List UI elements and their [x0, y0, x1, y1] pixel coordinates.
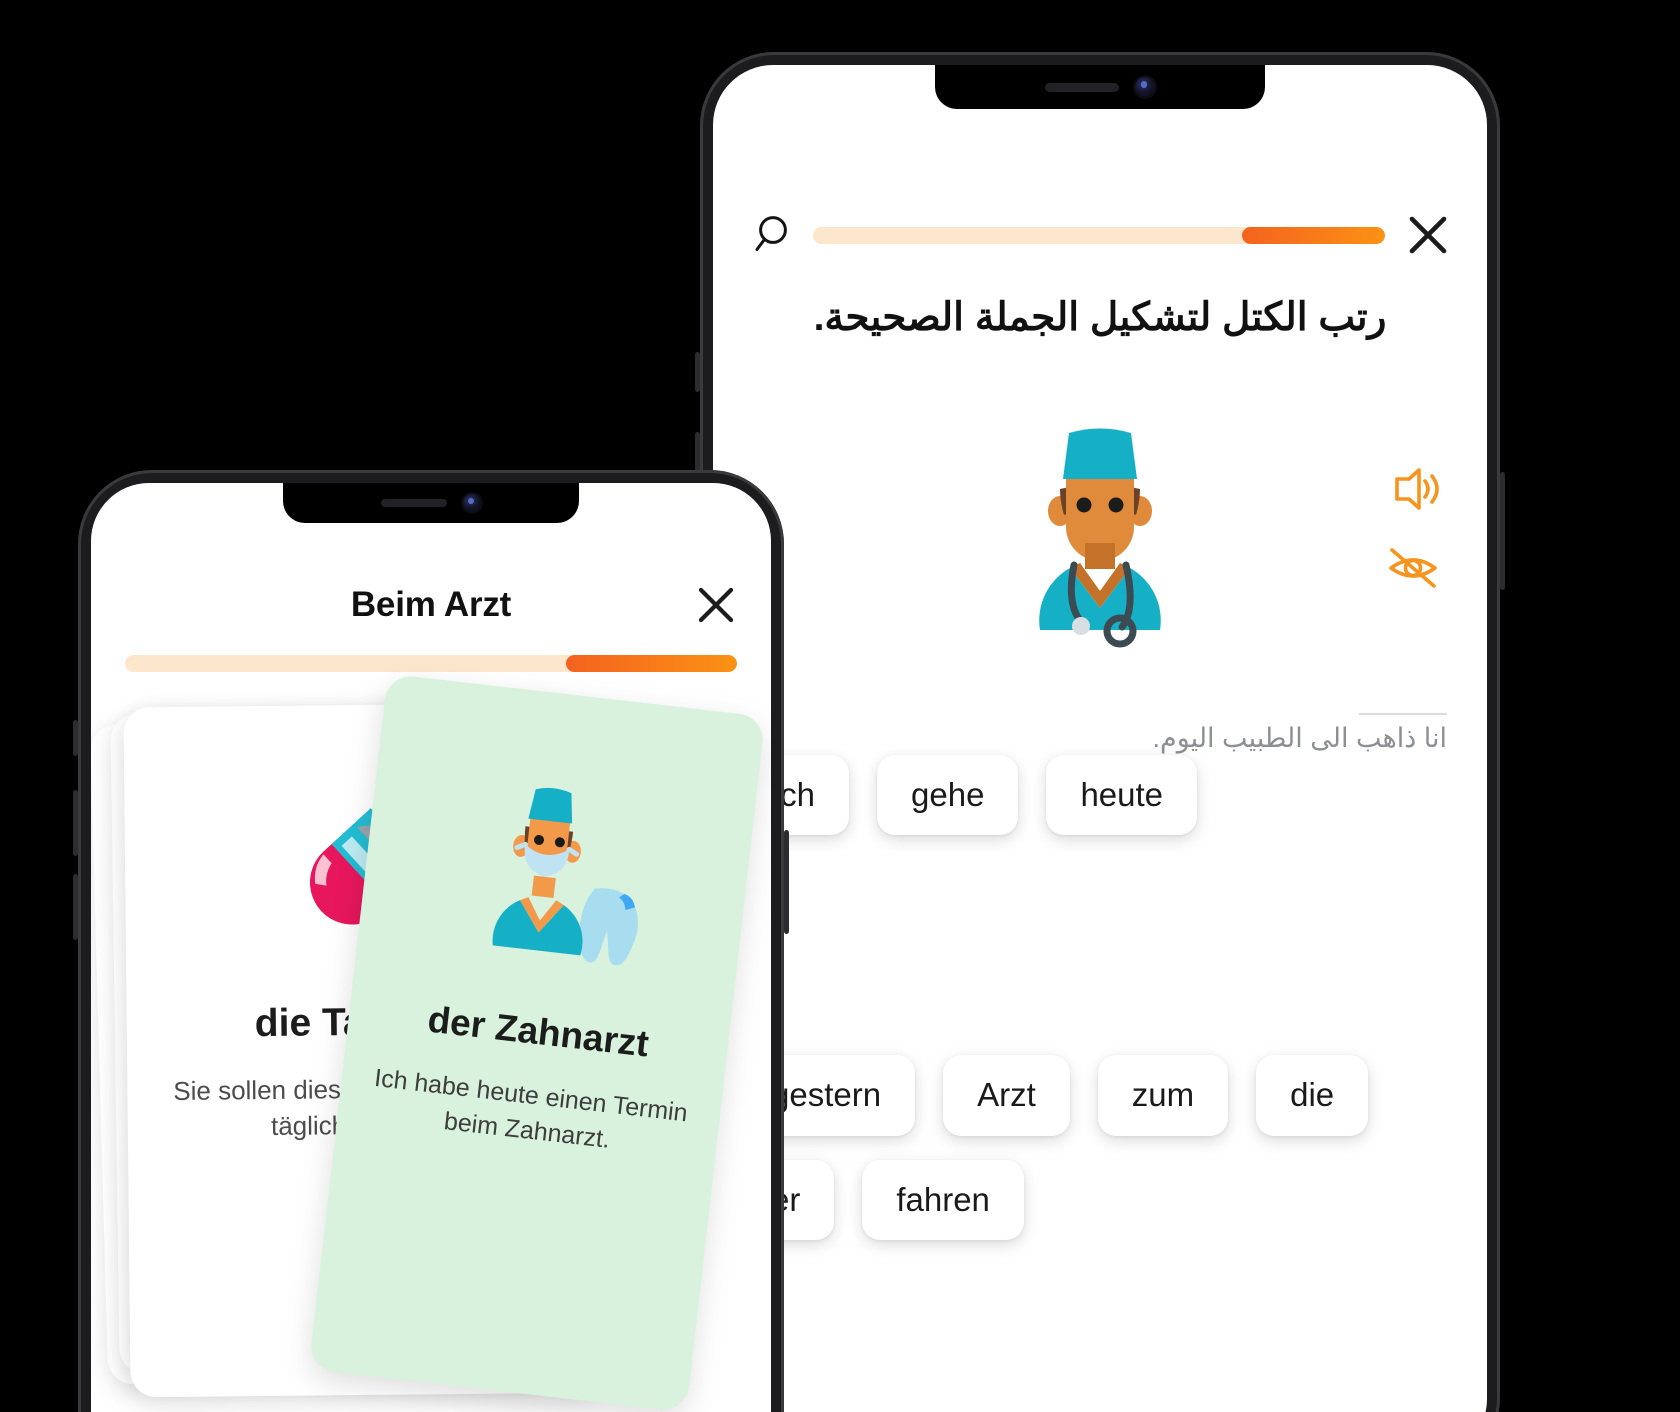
earpiece-speaker	[1045, 82, 1119, 92]
eye-off-icon[interactable]	[1387, 546, 1439, 595]
front-camera	[1135, 77, 1155, 97]
exercise-side-actions	[1387, 465, 1439, 595]
exercise-prompt: رتب الكتل لتشكيل الجملة الصحيحة.	[813, 296, 1387, 339]
doctor-avatar-icon	[713, 415, 1487, 665]
phone-volume-up-button	[73, 790, 78, 856]
word-tile[interactable]: fahren	[862, 1159, 1024, 1240]
hint-divider	[1359, 713, 1447, 715]
word-tiles-row-3: er fahren	[737, 1159, 1463, 1240]
exercise-topbar	[713, 205, 1487, 265]
word-tile[interactable]: zum	[1097, 1055, 1229, 1136]
flashcard-zahnarzt[interactable]: der Zahnarzt Ich habe heute einen Termin…	[308, 673, 766, 1412]
phone-notch	[935, 65, 1265, 109]
flashcard-stack: die Tablette Sie sollen diese Tabletten …	[91, 673, 771, 1412]
exercise-screen: رتب الكتل لتشكيل الجملة الصحيحة. انا ذاه…	[713, 65, 1487, 1412]
phone-volume-down-button	[73, 874, 78, 940]
word-tiles-row-1: Ich gehe heute	[737, 755, 1463, 836]
word-tiles-container: Ich gehe heute gestern Arzt zum die er f…	[737, 755, 1463, 1240]
flashcard-progress-fill	[565, 655, 737, 672]
screenshot-stage: رتب الكتل لتشكيل الجملة الصحيحة. انا ذاه…	[0, 0, 1680, 1412]
close-icon[interactable]	[695, 584, 737, 626]
word-tile[interactable]: gehe	[877, 755, 1019, 836]
flashcard-progress-bar	[125, 655, 737, 672]
exercise-phone-mockup: رتب الكتل لتشكيل الجملة الصحيحة. انا ذاه…	[695, 52, 1505, 1412]
word-tile[interactable]: Arzt	[943, 1055, 1070, 1136]
word-tile[interactable]: die	[1256, 1055, 1369, 1136]
earpiece-speaker	[381, 499, 447, 507]
exercise-progress-bar	[813, 226, 1385, 244]
flashcard-word: der Zahnarzt	[425, 998, 651, 1065]
exercise-hint-text: انا ذاهب الى الطبيب اليوم.	[1152, 723, 1447, 753]
flashcard-phone-mockup: Beim Arzt die Sie sollen diese täglich d…	[73, 470, 789, 1412]
flashcard-header: Beim Arzt	[91, 575, 771, 635]
exercise-progress-fill	[1242, 226, 1385, 244]
word-tile[interactable]: heute	[1046, 755, 1198, 836]
speaker-icon[interactable]	[1387, 465, 1439, 518]
search-icon[interactable]	[749, 213, 793, 257]
phone-power-button	[784, 830, 789, 934]
phone-notch	[283, 483, 579, 523]
word-tiles-spacer	[737, 859, 1463, 1031]
phone-mute-switch	[695, 352, 700, 392]
dentist-tooth-icon	[434, 774, 675, 998]
phone-power-button	[1500, 472, 1505, 590]
phone-mute-switch	[73, 720, 78, 756]
page-title: Beim Arzt	[350, 585, 512, 624]
word-tiles-row-2: gestern Arzt zum die	[737, 1055, 1463, 1136]
flashcard-sentence: Ich habe heute einen Termin beim Zahnarz…	[372, 1063, 690, 1154]
flashcard-screen: Beim Arzt die Sie sollen diese täglich d…	[91, 483, 771, 1412]
close-icon[interactable]	[1405, 212, 1451, 258]
front-camera	[463, 494, 481, 512]
